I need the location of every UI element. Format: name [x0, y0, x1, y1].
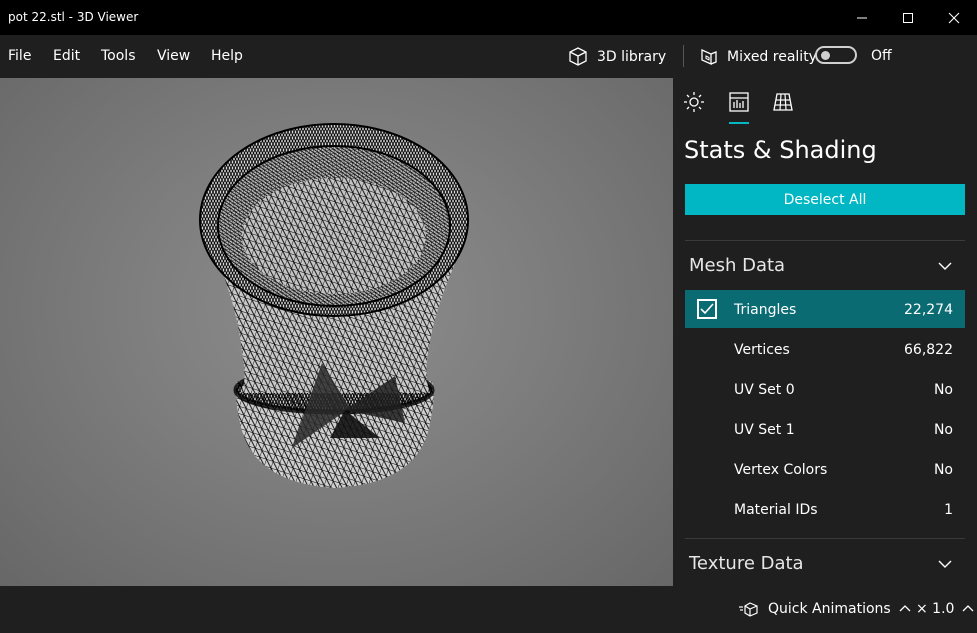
mesh-row-uv-set-1[interactable]: UV Set 1 No	[685, 410, 965, 448]
row-label: Vertices	[734, 342, 790, 358]
status-bar: Quick Animations × 1.0	[0, 586, 977, 633]
row-value: No	[933, 382, 953, 398]
cube-icon	[569, 47, 587, 66]
mixed-reality-state: Off	[871, 48, 892, 64]
chevron-up-icon	[899, 605, 911, 612]
mesh-row-uv-set-0[interactable]: UV Set 0 No	[685, 370, 965, 408]
mesh-data-title: Mesh Data	[689, 255, 786, 276]
deselect-all-button[interactable]: Deselect All	[685, 184, 965, 215]
3d-viewport[interactable]	[0, 78, 673, 586]
stats-panel: Stats & Shading Deselect All Mesh Data T…	[673, 78, 977, 586]
mesh-row-triangles[interactable]: Triangles 22,274	[685, 290, 965, 328]
row-label: UV Set 0	[734, 382, 795, 398]
chevron-up-icon	[962, 605, 974, 612]
toggle-knob	[821, 51, 830, 60]
mixed-reality-button[interactable]: Mixed reality	[698, 45, 817, 69]
animation-cube-icon	[739, 602, 758, 617]
row-value: No	[933, 462, 953, 478]
active-tab-indicator	[729, 122, 749, 124]
close-icon	[948, 12, 960, 23]
mesh-row-material-ids[interactable]: Material IDs 1	[685, 490, 965, 528]
close-button[interactable]	[931, 0, 977, 35]
section-divider	[685, 538, 965, 539]
quick-animations-label: Quick Animations	[768, 601, 891, 617]
tab-grid[interactable]	[770, 90, 796, 114]
row-label: Triangles	[734, 302, 797, 318]
checkmark-icon	[700, 303, 714, 315]
window-title: pot 22.stl - 3D Viewer	[8, 10, 139, 24]
panel-title: Stats & Shading	[684, 136, 877, 164]
row-label: UV Set 1	[734, 422, 795, 438]
minimize-button[interactable]	[839, 0, 885, 35]
row-value: No	[933, 422, 953, 438]
menu-file[interactable]: File	[8, 48, 31, 64]
maximize-button[interactable]	[885, 0, 931, 35]
mixed-reality-toggle[interactable]	[815, 46, 857, 64]
menu-help[interactable]: Help	[211, 48, 243, 64]
quick-animations-button[interactable]: Quick Animations	[739, 601, 911, 617]
tab-lighting[interactable]	[681, 90, 707, 114]
3d-library-button[interactable]: 3D library	[567, 45, 666, 69]
row-value: 1	[944, 502, 953, 518]
menu-tools[interactable]: Tools	[101, 48, 136, 64]
title-bar: pot 22.stl - 3D Viewer	[0, 0, 977, 35]
3d-library-label: 3D library	[597, 49, 667, 65]
toolbar-divider	[683, 45, 684, 67]
animation-speed-button[interactable]: × 1.0	[916, 601, 974, 617]
minimize-icon	[857, 17, 867, 18]
stats-icon	[729, 92, 749, 112]
row-value: 66,822	[904, 342, 953, 358]
menu-edit[interactable]: Edit	[53, 48, 80, 64]
row-label: Vertex Colors	[734, 462, 828, 478]
mesh-row-vertex-colors[interactable]: Vertex Colors No	[685, 450, 965, 488]
triangles-checkbox[interactable]	[697, 299, 717, 319]
maximize-icon	[903, 12, 913, 23]
menu-view[interactable]: View	[157, 48, 190, 64]
animation-speed-label: × 1.0	[916, 601, 955, 617]
chevron-down-icon	[938, 262, 952, 270]
menu-bar: File Edit Tools View Help 3D library Mix…	[0, 35, 977, 78]
tab-stats[interactable]	[726, 90, 752, 114]
mixed-reality-icon	[701, 48, 717, 66]
mixed-reality-label: Mixed reality	[727, 49, 817, 65]
chevron-down-icon	[938, 560, 952, 568]
section-divider	[685, 240, 965, 241]
grid-icon	[773, 93, 793, 111]
sun-icon	[684, 92, 704, 112]
row-value: 22,274	[904, 302, 953, 318]
row-label: Material IDs	[734, 502, 818, 518]
mesh-row-vertices[interactable]: Vertices 66,822	[685, 330, 965, 368]
pot-wireframe-model	[199, 123, 469, 488]
texture-data-title: Texture Data	[689, 553, 804, 574]
